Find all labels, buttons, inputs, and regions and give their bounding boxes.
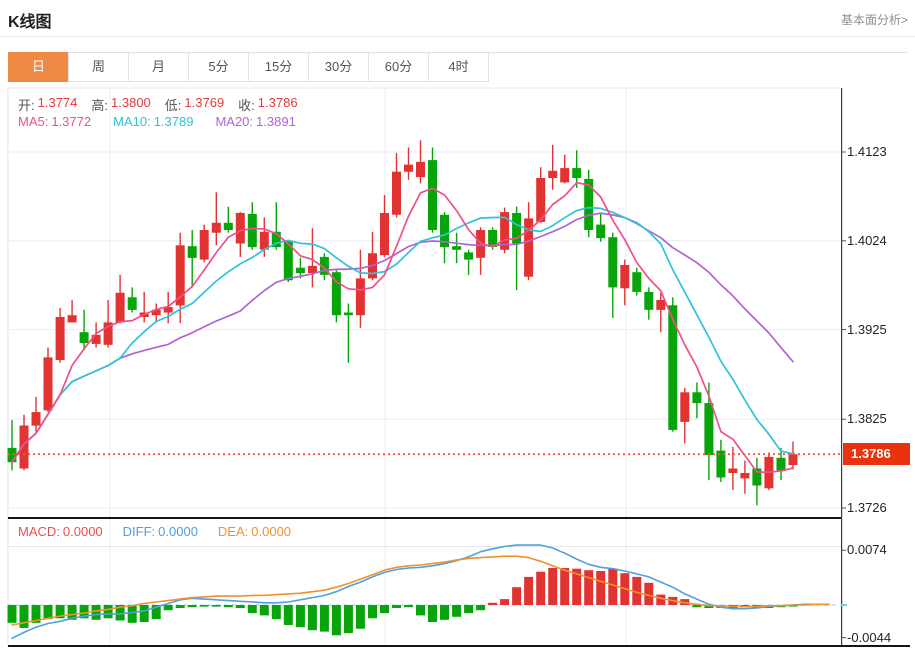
ma-0: MA5:1.3772 (18, 114, 91, 129)
price-tick-1: 1.4024 (847, 233, 887, 249)
ma-1-label: MA10: (113, 114, 151, 129)
ohlc-1: 高:1.3800 (91, 95, 150, 114)
price-tick-2: 1.3925 (847, 322, 887, 338)
ma-2-value: 1.3891 (256, 114, 296, 129)
ohlc-1-value: 1.3800 (111, 95, 151, 114)
ma-1-value: 1.3789 (154, 114, 194, 129)
ohlc-0-value: 1.3774 (38, 95, 78, 114)
ohlc-legend: 开:1.3774 高:1.3800 低:1.3769 收:1.3786 (18, 95, 298, 114)
price-tick-3: 1.3825 (847, 411, 887, 427)
macd-ind-0: MACD:0.0000 (18, 524, 103, 539)
ohlc-3-label: 收: (238, 95, 255, 114)
price-tick-4: 1.3726 (847, 500, 887, 516)
diff-line (12, 545, 829, 638)
macd-tick-0: 0.0074 (847, 542, 887, 558)
ma-0-value: 1.3772 (51, 114, 91, 129)
price-tick-0: 1.4123 (847, 144, 887, 160)
macd-ind-0-label: MACD: (18, 524, 60, 539)
price-axis-line (841, 88, 842, 647)
ohlc-0-label: 开: (18, 95, 35, 114)
ohlc-2-label: 低: (165, 95, 182, 114)
macd-ind-1: DIFF:0.0000 (123, 524, 198, 539)
ohlc-3-value: 1.3786 (258, 95, 298, 114)
ohlc-2-value: 1.3769 (184, 95, 224, 114)
candles (8, 140, 798, 505)
ma-2-label: MA20: (215, 114, 253, 129)
macd-legend: MACD:0.0000DIFF:0.0000DEA:0.0000 (18, 524, 291, 539)
ma-legend: MA5:1.3772 MA10:1.3789 MA20:1.3891 (18, 114, 296, 129)
macd-ind-0-value: 0.0000 (63, 524, 103, 539)
macd-ind-2-label: DEA: (218, 524, 248, 539)
main-macd-separator (8, 517, 841, 519)
bottom-axis-line (8, 645, 910, 647)
macd-ind-2: DEA:0.0000 (218, 524, 291, 539)
ohlc-1-label: 高: (91, 95, 108, 114)
ma-2: MA20:1.3891 (215, 114, 295, 129)
macd-ind-2-value: 0.0000 (251, 524, 291, 539)
ohlc-3: 收:1.3786 (238, 95, 297, 114)
current-price-badge: 1.3786 (843, 443, 910, 465)
ma-0-label: MA5: (18, 114, 48, 129)
ohlc-0: 开:1.3774 (18, 95, 77, 114)
macd-ind-1-label: DIFF: (123, 524, 156, 539)
macd-tick-1: -0.0044 (847, 630, 891, 646)
ohlc-2: 低:1.3769 (165, 95, 224, 114)
macd-ind-1-value: 0.0000 (158, 524, 198, 539)
ma-1: MA10:1.3789 (113, 114, 193, 129)
